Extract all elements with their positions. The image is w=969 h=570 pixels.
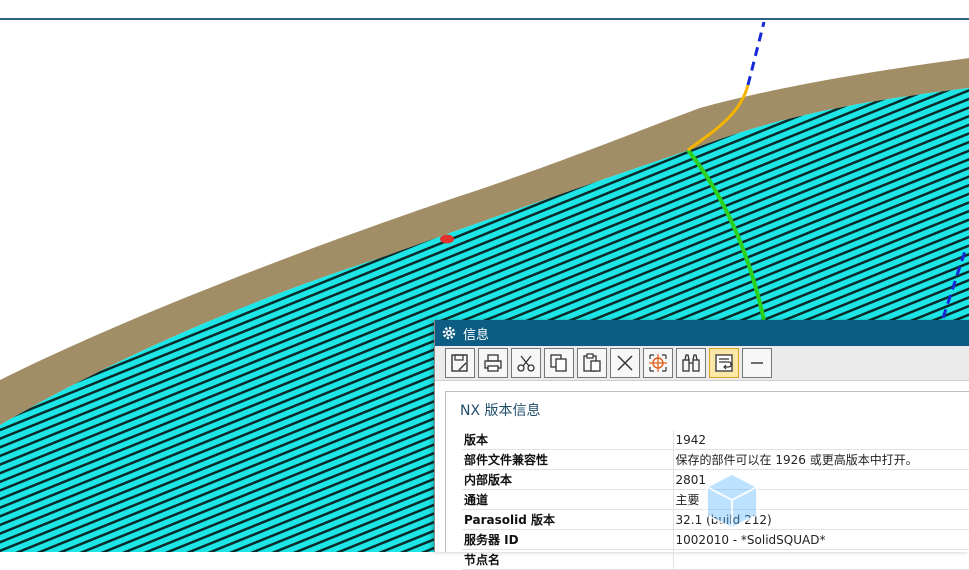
copy-button[interactable] <box>544 348 574 378</box>
paste-icon <box>583 353 601 372</box>
table-row: 节点名 <box>462 549 969 570</box>
table-row: 部件文件兼容性 保存的部件可以在 1926 或更高版本中打开。 <box>462 449 969 470</box>
row-key: 节点名 <box>462 549 674 570</box>
delete-button[interactable] <box>610 348 640 378</box>
find-button[interactable] <box>676 348 706 378</box>
minimize-button[interactable] <box>742 348 772 378</box>
vector-dashed-blue <box>746 21 766 86</box>
row-key: 通道 <box>462 489 674 510</box>
info-window[interactable]: 信息 NX 版本信息 版本 1942 部件文件兼容性 保存的部件可以在 1926… <box>434 320 969 570</box>
info-toolbar <box>435 346 969 381</box>
delete-icon <box>617 355 633 371</box>
point-marker <box>440 234 454 244</box>
table-row: 服务器 ID 1002010 - *SolidSQUAD* <box>462 529 969 550</box>
paste-button[interactable] <box>577 348 607 378</box>
row-value: 1002010 - *SolidSQUAD* <box>673 529 969 550</box>
print-button[interactable] <box>478 348 508 378</box>
window-title: 信息 <box>463 327 490 343</box>
row-value: 1942 <box>673 430 969 450</box>
cut-icon <box>517 355 535 372</box>
row-value: 保存的部件可以在 1926 或更高版本中打开。 <box>673 449 969 470</box>
graphics-viewport[interactable]: 信息 NX 版本信息 版本 1942 部件文件兼容性 保存的部件可以在 1926… <box>0 0 969 570</box>
row-key: Parasolid 版本 <box>462 509 674 530</box>
save-icon <box>451 354 468 372</box>
row-value <box>673 549 969 570</box>
save-button[interactable] <box>445 348 475 378</box>
section-title: NX 版本信息 <box>460 403 541 419</box>
crosshair-icon <box>649 354 667 372</box>
info-titlebar[interactable]: 信息 <box>435 320 969 346</box>
wrap-text-icon <box>715 354 733 372</box>
gear-icon <box>442 326 456 340</box>
cube-logo-icon <box>706 472 758 530</box>
row-key: 版本 <box>462 430 674 450</box>
minimize-icon <box>751 362 763 364</box>
row-key: 内部版本 <box>462 469 674 490</box>
binoculars-icon <box>682 354 700 372</box>
copy-icon <box>550 354 567 372</box>
row-key: 部件文件兼容性 <box>462 449 674 470</box>
locate-button[interactable] <box>643 348 673 378</box>
row-key: 服务器 ID <box>462 529 674 550</box>
table-row: 版本 1942 <box>462 430 969 450</box>
cut-button[interactable] <box>511 348 541 378</box>
print-icon <box>484 354 502 372</box>
wrap-text-button[interactable] <box>709 348 739 378</box>
